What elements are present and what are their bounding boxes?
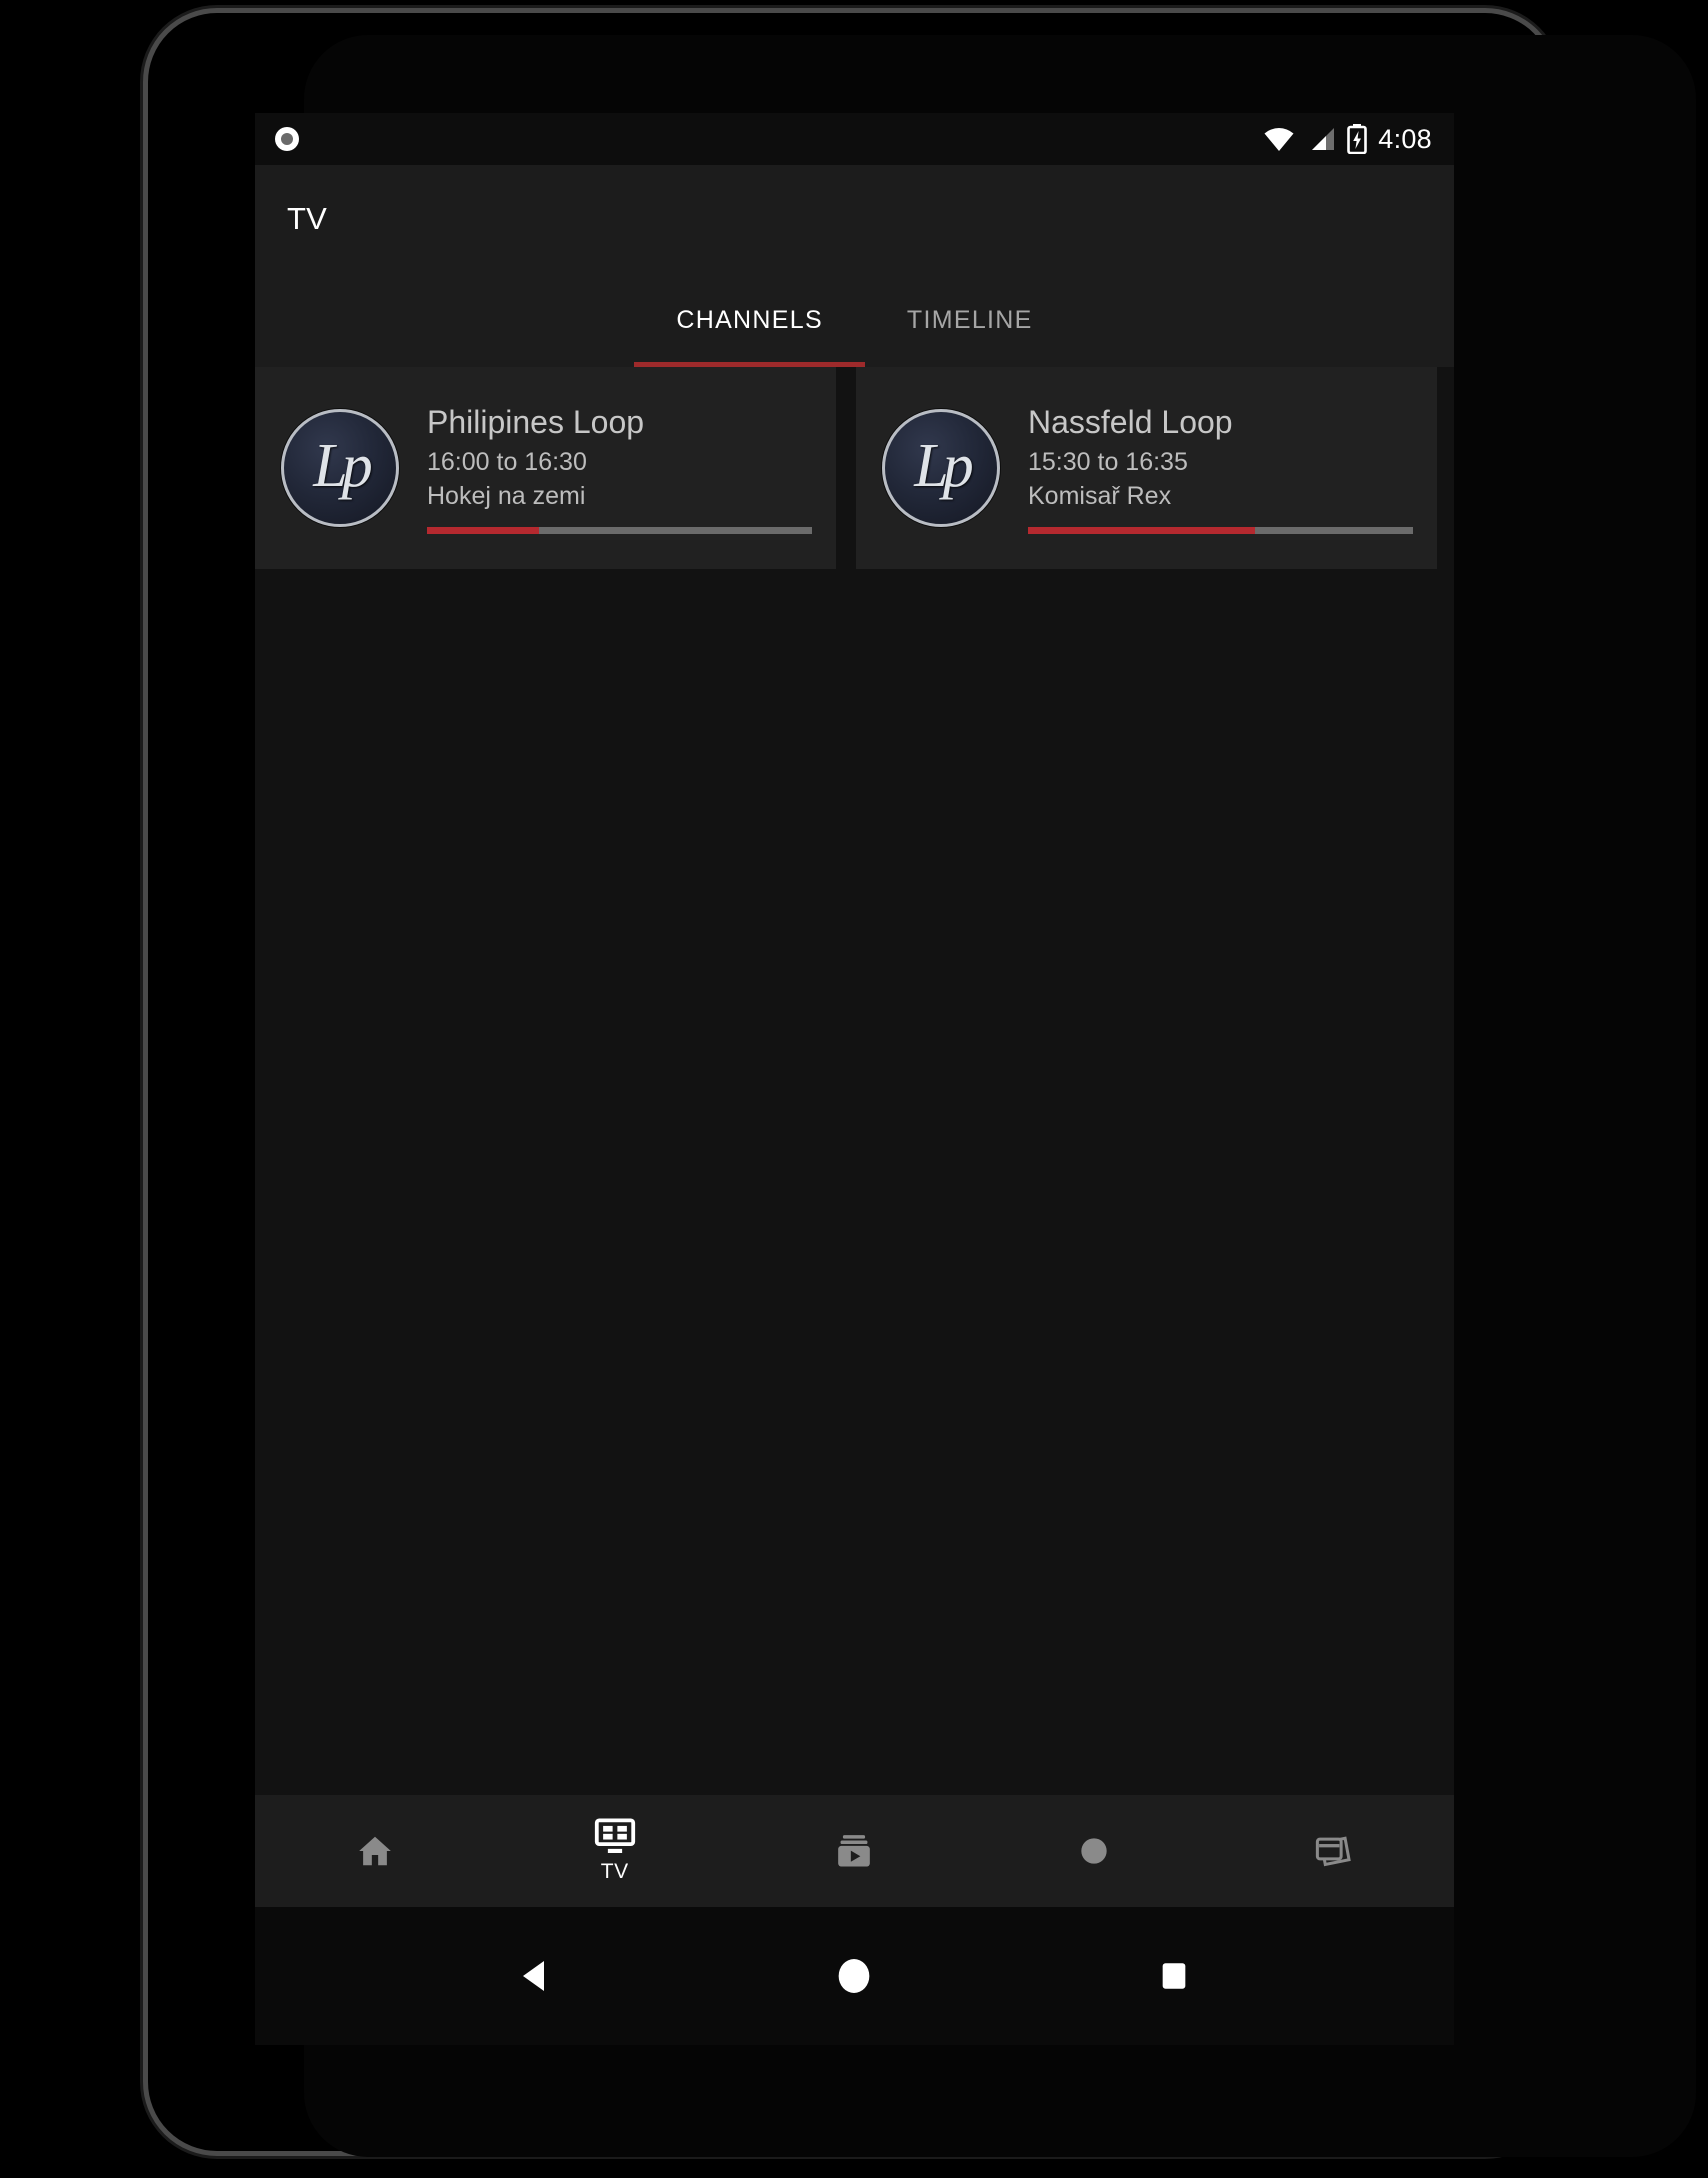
- recents-button[interactable]: [1114, 1907, 1234, 2045]
- battery-charging-icon: [1347, 124, 1368, 154]
- home-button[interactable]: [794, 1907, 914, 2045]
- record-circle-icon: [275, 127, 299, 151]
- bottom-navigation: TV: [255, 1795, 1454, 1907]
- channel-card-body: Philipines Loop 16:00 to 16:30 Hokej na …: [399, 402, 836, 534]
- cellular-signal-icon: [1312, 128, 1335, 150]
- wifi-icon: [1264, 128, 1294, 151]
- page-title: TV: [287, 201, 328, 236]
- channel-progress-fill: [1028, 526, 1256, 534]
- nav-item-cards[interactable]: [1214, 1795, 1454, 1907]
- home-icon: [359, 1836, 391, 1866]
- channel-progress-bar: [1028, 526, 1413, 534]
- channel-card[interactable]: Lp Nassfeld Loop 15:30 to 16:35 Komisař …: [856, 367, 1437, 569]
- cards-stack-icon: [1315, 1836, 1351, 1867]
- tab-timeline-label: TIMELINE: [906, 305, 1033, 334]
- tab-bar: CHANNELS TIMELINE: [255, 273, 1454, 367]
- channel-program-title: Komisař Rex: [1028, 482, 1172, 510]
- channel-program-title: Hokej na zemi: [427, 482, 586, 510]
- android-system-navigation: [255, 1907, 1454, 2045]
- nav-item-record[interactable]: [974, 1795, 1214, 1907]
- back-button[interactable]: [475, 1907, 595, 2045]
- channel-logo-text: Lp: [914, 432, 974, 500]
- tab-channels[interactable]: CHANNELS: [634, 273, 865, 367]
- back-triangle-icon: [522, 1961, 544, 1991]
- status-bar: 4:08: [255, 113, 1454, 165]
- channel-logo-icon: Lp: [281, 409, 399, 527]
- nav-item-tv[interactable]: TV: [495, 1795, 735, 1907]
- channel-logo-icon: Lp: [882, 409, 1000, 527]
- nav-item-library[interactable]: [735, 1795, 975, 1907]
- channel-card-body: Nassfeld Loop 15:30 to 16:35 Komisař Rex: [1000, 402, 1437, 534]
- recents-square-icon: [1162, 1963, 1186, 1989]
- record-dot-icon: [1081, 1838, 1107, 1864]
- nav-item-home[interactable]: [255, 1795, 495, 1907]
- status-bar-indicators: 4:08: [1263, 124, 1432, 155]
- channel-name: Philipines Loop: [427, 404, 645, 441]
- tv-guide-icon: [594, 1818, 635, 1853]
- channel-progress-fill: [427, 526, 539, 534]
- tab-channels-label: CHANNELS: [676, 305, 823, 334]
- status-bar-clock: 4:08: [1378, 123, 1432, 154]
- home-circle-icon: [839, 1959, 870, 1993]
- channel-time-range: 15:30 to 16:35: [1028, 448, 1188, 477]
- tab-timeline[interactable]: TIMELINE: [865, 273, 1075, 367]
- video-library-icon: [838, 1835, 871, 1867]
- channel-list: Lp Philipines Loop 16:00 to 16:30 Hokej …: [255, 367, 1454, 569]
- app-bar: TV: [255, 165, 1454, 273]
- app-screen: 4:08 TV CHANNELS TIMELINE Lp Philipines …: [255, 113, 1454, 2045]
- channel-card[interactable]: Lp Philipines Loop 16:00 to 16:30 Hokej …: [255, 367, 836, 569]
- channel-time-range: 16:00 to 16:30: [427, 448, 587, 477]
- channel-name: Nassfeld Loop: [1028, 404, 1233, 441]
- nav-item-tv-label: TV: [600, 1860, 629, 1883]
- status-bar-notifications: [275, 127, 299, 151]
- channel-logo-text: Lp: [313, 432, 373, 500]
- channel-progress-bar: [427, 526, 812, 534]
